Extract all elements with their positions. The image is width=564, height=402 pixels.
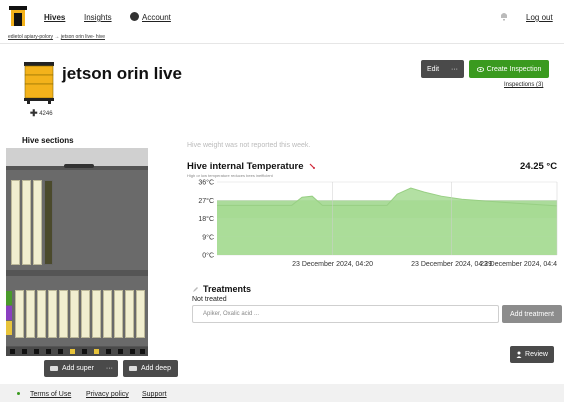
frame[interactable]: [136, 290, 145, 338]
frame[interactable]: [11, 180, 20, 265]
temperature-chart[interactable]: 36°C 27°C 18°C 9°C 0°C 23 December 2024, 04:2…: [187, 178, 559, 270]
top-nav: Hives Insights Account Log out: [0, 0, 564, 32]
hive-sections-visual[interactable]: [6, 148, 148, 356]
hive-stand: [6, 347, 148, 356]
temperature-title: Hive internal Temperature: [187, 161, 316, 172]
account-icon[interactable]: [130, 12, 139, 21]
chart-x-tick-label: 23 December 2024, 04:20: [292, 261, 373, 268]
plus-icon: ✚: [30, 108, 38, 118]
frame[interactable]: [44, 180, 53, 265]
deep-box-icon: [129, 366, 137, 371]
hive-box-icon: [24, 62, 54, 104]
hive-weight-value: 4246: [39, 111, 53, 118]
yellow-marker: [6, 321, 12, 335]
stand-foot: [118, 349, 123, 354]
frame[interactable]: [22, 180, 31, 265]
nav-insights-link[interactable]: Insights: [84, 13, 112, 22]
breadcrumb-hive[interactable]: jetson orin live- hive: [61, 34, 105, 40]
support-link[interactable]: Support: [142, 391, 167, 398]
hive-lid-handle: [64, 164, 94, 168]
frame[interactable]: [33, 180, 42, 265]
frame[interactable]: [125, 290, 134, 338]
frame[interactable]: [92, 290, 101, 338]
treatment-status: Not treated: [192, 296, 227, 303]
hive-box-bottom[interactable]: [6, 276, 148, 346]
nav-account-link[interactable]: Account: [142, 13, 171, 22]
stand-foot: [58, 349, 63, 354]
inspections-link[interactable]: Inspections (3): [504, 82, 543, 88]
breadcrumb: edietol apiary-polory → jetson orin live…: [8, 34, 105, 40]
footer: Terms of Use Privacy policy Support: [0, 384, 564, 402]
add-treatment-button[interactable]: Add treatment: [502, 305, 562, 323]
weight-missing-note: Hive weight was not reported this week.: [187, 142, 311, 149]
frame[interactable]: [59, 290, 68, 338]
treatment-input[interactable]: Apiker, Oxalic acid ...: [192, 305, 499, 323]
edit-button[interactable]: Edit ···: [421, 60, 464, 78]
edit-more-icon: ···: [451, 65, 458, 73]
frame[interactable]: [37, 290, 46, 338]
status-dot-icon: [17, 392, 20, 395]
bell-icon[interactable]: [500, 11, 508, 21]
pencil-icon: [193, 286, 198, 292]
app-logo-icon[interactable]: [8, 5, 28, 27]
super-box-icon: [50, 366, 58, 371]
frame[interactable]: [114, 290, 123, 338]
stand-foot: [130, 349, 135, 354]
temperature-title-text: Hive internal Temperature: [187, 161, 304, 172]
hive-name-title: jetson orin live: [62, 64, 182, 83]
create-inspection-button[interactable]: Create Inspection: [469, 60, 549, 78]
edit-button-label: Edit: [427, 65, 440, 73]
bee-icon: [70, 349, 75, 354]
treatments-heading: Treatments: [192, 284, 251, 294]
create-inspection-label: Create Inspection: [486, 65, 542, 73]
stand-foot: [34, 349, 39, 354]
green-marker: [6, 291, 12, 305]
divider: [0, 43, 564, 44]
treatments-title: Treatments: [203, 284, 252, 294]
eye-icon: [476, 66, 484, 72]
stand-foot: [10, 349, 15, 354]
stand-foot: [46, 349, 51, 354]
add-super-button[interactable]: Add super ···: [44, 360, 118, 377]
chart-area: [217, 188, 557, 255]
add-deep-button[interactable]: Add deep: [123, 360, 178, 377]
stand-foot: [140, 349, 145, 354]
frame[interactable]: [103, 290, 112, 338]
review-button[interactable]: Review: [510, 346, 554, 363]
nav-hives-link[interactable]: Hives: [44, 13, 65, 22]
bee-icon: [94, 349, 99, 354]
terms-link[interactable]: Terms of Use: [30, 391, 71, 398]
breadcrumb-apiary[interactable]: edietol apiary-polory: [8, 34, 53, 40]
review-label: Review: [525, 351, 548, 358]
chart-y-tick-label: 36°C: [198, 179, 214, 187]
breadcrumb-separator: →: [54, 34, 60, 40]
frame[interactable]: [26, 290, 35, 338]
hive-sections-heading: Hive sections: [22, 136, 74, 145]
hive-box-deep[interactable]: [6, 170, 148, 270]
chart-y-tick-label: 27°C: [198, 197, 214, 205]
add-super-more-icon[interactable]: ···: [106, 365, 113, 372]
temperature-current-value: 24.25 °C: [520, 161, 558, 172]
stand-foot: [22, 349, 27, 354]
chart-x-tick-label: 23 December 2024, 04:4: [480, 261, 557, 268]
frame[interactable]: [81, 290, 90, 338]
add-deep-label: Add deep: [141, 365, 171, 372]
hive-weight: ✚ 4246: [30, 108, 53, 119]
stand-foot: [106, 349, 111, 354]
privacy-link[interactable]: Privacy policy: [86, 391, 129, 398]
frame[interactable]: [15, 290, 24, 338]
chart-y-tick-label: 9°C: [202, 233, 214, 241]
logout-link[interactable]: Log out: [526, 13, 553, 22]
purple-marker: [6, 306, 12, 320]
user-icon: [516, 351, 522, 358]
frame[interactable]: [70, 290, 79, 338]
chart-y-tick-label: 18°C: [198, 215, 214, 223]
thermometer-icon: [309, 163, 316, 169]
stand-foot: [82, 349, 87, 354]
add-super-label: Add super: [62, 365, 94, 372]
chart-y-tick-label: 0°C: [202, 252, 214, 260]
frame[interactable]: [48, 290, 57, 338]
